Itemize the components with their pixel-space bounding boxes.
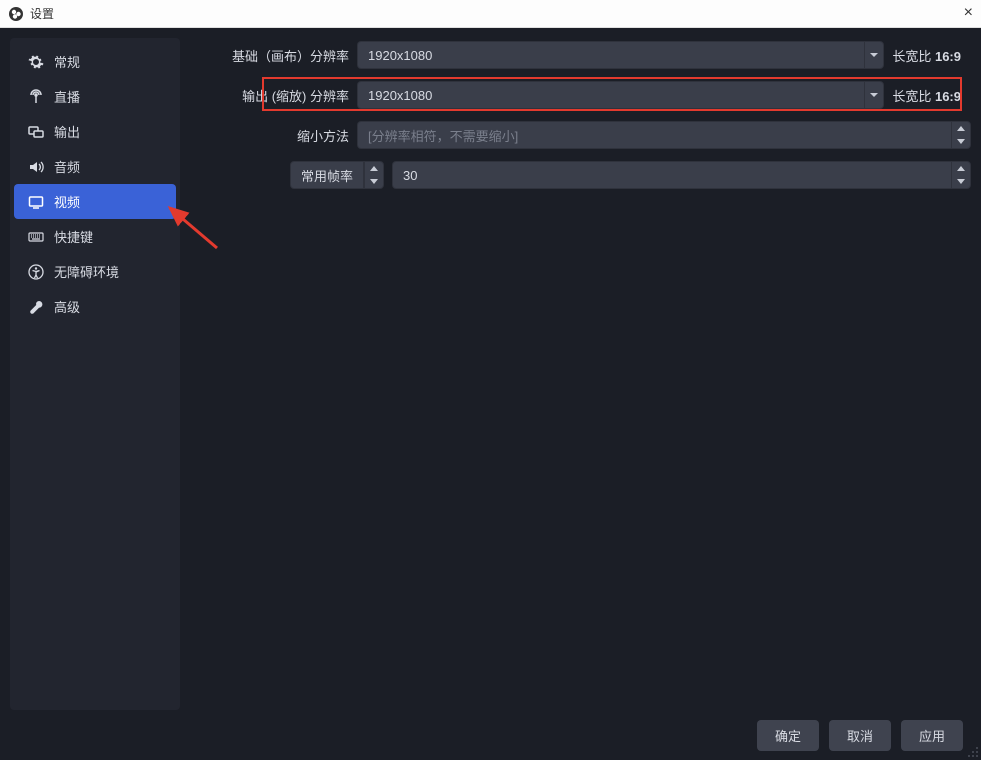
sidebar-item-audio[interactable]: 音频	[14, 149, 176, 184]
gear-icon	[28, 54, 44, 70]
fps-type-value: 常用帧率	[290, 161, 364, 189]
downscale-filter-combo[interactable]: [分辨率相符，不需要缩小]	[357, 121, 971, 149]
sidebar-item-label: 高级	[54, 297, 80, 316]
row-fps: 常用帧率 30	[192, 158, 971, 192]
sidebar-item-label: 无障碍环境	[54, 262, 119, 281]
footer: 确定 取消 应用	[0, 710, 981, 760]
base-aspect-ratio: 长宽比 16:9	[892, 46, 971, 65]
label-base-resolution: 基础（画布）分辨率	[192, 46, 357, 65]
sidebar-item-label: 直播	[54, 87, 80, 106]
fps-value-spin[interactable]	[951, 161, 971, 189]
output-aspect-ratio: 长宽比 16:9	[892, 86, 971, 105]
close-icon[interactable]: ×	[964, 4, 973, 22]
sidebar-item-video[interactable]: 视频	[14, 184, 176, 219]
speaker-icon	[28, 159, 44, 175]
cancel-button[interactable]: 取消	[829, 720, 891, 751]
apply-button[interactable]: 应用	[901, 720, 963, 751]
ok-button[interactable]: 确定	[757, 720, 819, 751]
antenna-icon	[28, 89, 44, 105]
sidebar-item-label: 视频	[54, 192, 80, 211]
sidebar-item-output[interactable]: 输出	[14, 114, 176, 149]
sidebar-item-stream[interactable]: 直播	[14, 79, 176, 114]
downscale-filter-value: [分辨率相符，不需要缩小]	[357, 121, 951, 149]
label-output-resolution: 输出 (缩放) 分辨率	[192, 86, 357, 105]
chevron-up-icon[interactable]	[365, 162, 383, 175]
sidebar-item-label: 常规	[54, 52, 80, 71]
resize-grip-icon[interactable]	[967, 746, 979, 758]
chevron-down-icon[interactable]	[864, 41, 884, 69]
window-title: 设置	[30, 5, 54, 22]
sidebar-item-accessibility[interactable]: 无障碍环境	[14, 254, 176, 289]
sidebar-item-label: 音频	[54, 157, 80, 176]
app-icon	[8, 6, 24, 22]
fps-value: 30	[392, 161, 951, 189]
output-resolution-combo[interactable]	[357, 81, 884, 109]
base-resolution-input[interactable]	[357, 41, 864, 69]
row-output-resolution: 输出 (缩放) 分辨率 长宽比 16:9	[192, 78, 971, 112]
chevron-up-icon[interactable]	[952, 162, 970, 175]
row-downscale-filter: 缩小方法 [分辨率相符，不需要缩小]	[192, 118, 971, 152]
keyboard-icon	[28, 229, 44, 245]
chevron-down-icon[interactable]	[952, 175, 970, 188]
sidebar-item-label: 输出	[54, 122, 80, 141]
accessibility-icon	[28, 264, 44, 280]
titlebar: 设置 ×	[0, 0, 981, 28]
sidebar: 常规 直播 输出 音频 视频 快捷键	[10, 38, 180, 710]
sidebar-item-label: 快捷键	[54, 227, 93, 246]
fps-value-combo[interactable]: 30	[392, 161, 971, 189]
chevron-down-icon[interactable]	[365, 175, 383, 188]
fps-type-combo[interactable]: 常用帧率	[290, 161, 384, 189]
chevron-up-icon[interactable]	[952, 122, 970, 135]
row-base-resolution: 基础（画布）分辨率 长宽比 16:9	[192, 38, 971, 72]
sidebar-item-general[interactable]: 常规	[14, 44, 176, 79]
chevron-down-icon[interactable]	[952, 135, 970, 148]
chevron-down-icon[interactable]	[864, 81, 884, 109]
downscale-spin[interactable]	[951, 121, 971, 149]
fps-type-spin[interactable]	[364, 161, 384, 189]
tools-icon	[28, 299, 44, 315]
label-downscale-filter: 缩小方法	[192, 126, 357, 145]
output-icon	[28, 124, 44, 140]
sidebar-item-hotkeys[interactable]: 快捷键	[14, 219, 176, 254]
base-resolution-combo[interactable]	[357, 41, 884, 69]
settings-content: 基础（画布）分辨率 长宽比 16:9 输出 (缩放) 分辨率 长宽比	[192, 38, 971, 710]
output-resolution-input[interactable]	[357, 81, 864, 109]
monitor-icon	[28, 194, 44, 210]
sidebar-item-advanced[interactable]: 高级	[14, 289, 176, 324]
